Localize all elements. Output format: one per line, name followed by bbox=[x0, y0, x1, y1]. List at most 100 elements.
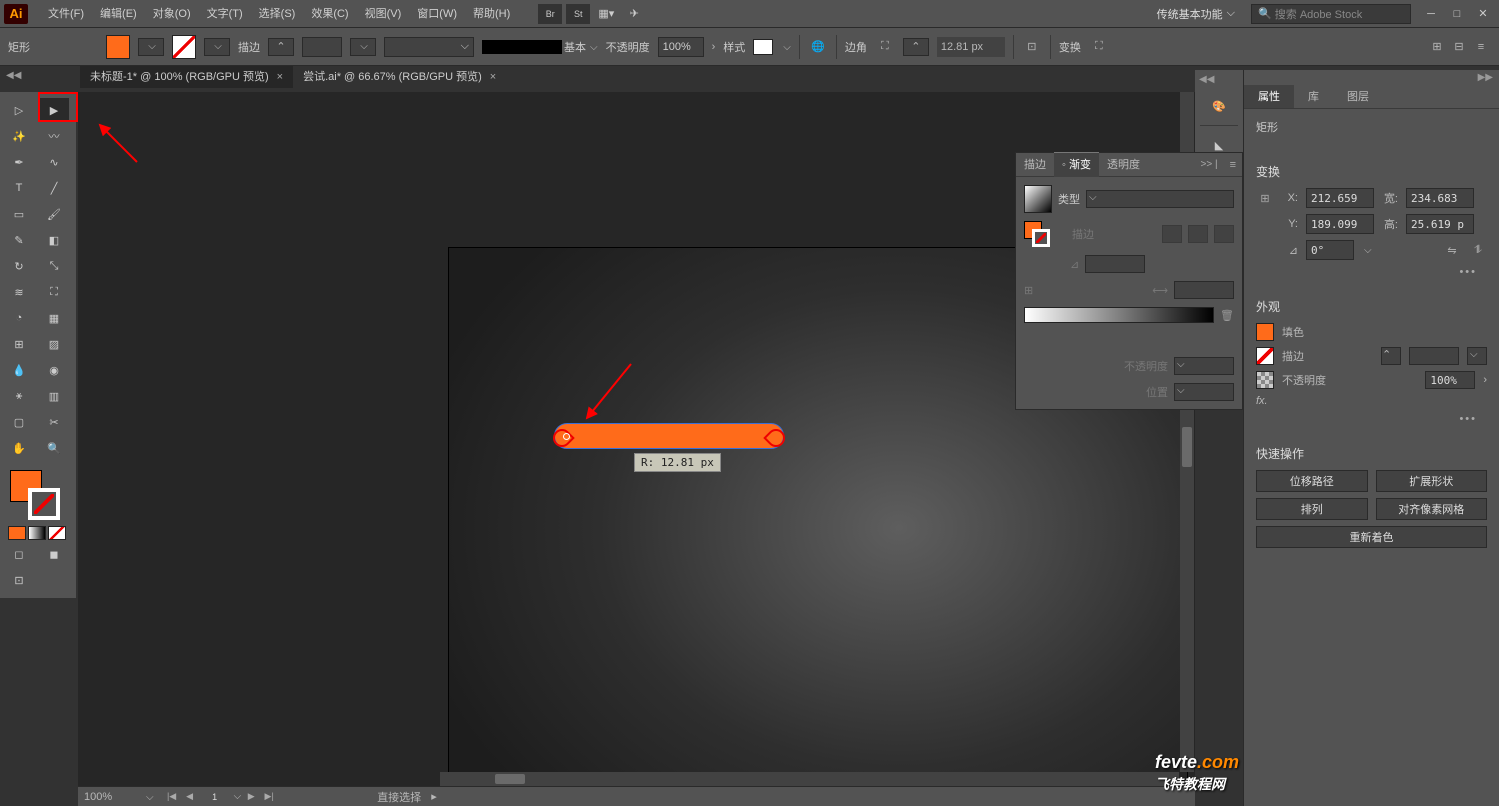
line-tool[interactable]: ╱ bbox=[39, 176, 69, 200]
gp-position-dd[interactable] bbox=[1174, 383, 1234, 401]
more-options-icon[interactable]: ••• bbox=[1256, 266, 1487, 278]
opacity-caret[interactable]: › bbox=[712, 41, 716, 53]
delete-stop-icon[interactable]: 🗑 bbox=[1220, 309, 1234, 322]
gp-opacity-dd[interactable] bbox=[1174, 357, 1234, 375]
artboard-num[interactable]: 1 bbox=[200, 790, 230, 804]
eraser-tool[interactable]: ◧ bbox=[39, 228, 69, 252]
workspace-switcher[interactable]: 传统基本功能⌵ bbox=[1149, 4, 1243, 24]
stock-icon[interactable]: St bbox=[566, 4, 590, 24]
zoom-level[interactable]: 100% bbox=[84, 791, 134, 803]
fill-stroke-tool[interactable] bbox=[8, 468, 68, 518]
stroke-profile-dd[interactable]: ⌵ bbox=[384, 37, 474, 57]
fill-swatch[interactable] bbox=[106, 35, 130, 59]
opacity-caret-ap[interactable]: › bbox=[1483, 374, 1487, 386]
shape-builder-tool[interactable]: ◔ bbox=[4, 306, 34, 330]
maximize-button[interactable]: □ bbox=[1445, 6, 1469, 22]
corner-down[interactable]: ⌃ bbox=[903, 38, 929, 56]
x-input[interactable]: 212.659 bbox=[1306, 188, 1374, 208]
opacity-swatch-ap[interactable] bbox=[1256, 371, 1274, 389]
offset-path-button[interactable]: 位移路径 bbox=[1256, 470, 1368, 492]
expand-shape-button[interactable]: 扩展形状 bbox=[1376, 470, 1488, 492]
free-transform-tool[interactable]: ⛶ bbox=[39, 280, 69, 304]
color-mode[interactable] bbox=[8, 526, 26, 540]
tab-layers[interactable]: 图层 bbox=[1333, 85, 1383, 108]
corner-link-icon[interactable]: ⛶ bbox=[875, 37, 895, 57]
align-pixel-icon[interactable]: ⊡ bbox=[1022, 37, 1042, 57]
gradient-fillstroke[interactable] bbox=[1024, 221, 1050, 247]
width-tool[interactable]: ≋ bbox=[4, 280, 34, 304]
paintbrush-tool[interactable]: 🖌 bbox=[39, 202, 69, 226]
gradient-tool[interactable]: ▨ bbox=[39, 332, 69, 356]
close-tab-icon[interactable]: × bbox=[277, 66, 283, 88]
more-options-icon-2[interactable]: ••• bbox=[1256, 413, 1487, 425]
next-artboard[interactable]: ▶ bbox=[243, 790, 259, 804]
gp-ratio-dd[interactable] bbox=[1174, 281, 1234, 299]
none-mode[interactable] bbox=[48, 526, 66, 540]
eyedropper-tool[interactable]: 💧 bbox=[4, 358, 34, 382]
zoom-tool[interactable]: 🔍 bbox=[39, 436, 69, 460]
minimize-button[interactable]: ─ bbox=[1419, 6, 1443, 22]
slice-tool[interactable]: ✂ bbox=[39, 410, 69, 434]
dock-expand-icon[interactable]: ◀◀ bbox=[1195, 74, 1214, 85]
close-tab-icon[interactable]: × bbox=[490, 66, 496, 88]
stroke-dropdown[interactable] bbox=[204, 38, 230, 56]
column-graph-tool[interactable]: ▥ bbox=[39, 384, 69, 408]
selection-tool[interactable]: ▷ bbox=[4, 98, 34, 122]
gpu-icon[interactable]: ✈ bbox=[622, 4, 646, 24]
brush-dd[interactable] bbox=[588, 41, 598, 53]
menu-help[interactable]: 帮助(H) bbox=[465, 0, 518, 28]
arrange-icon[interactable]: ▦▾ bbox=[594, 4, 618, 24]
menu-effect[interactable]: 效果(C) bbox=[303, 0, 356, 28]
type-tool[interactable]: T bbox=[4, 176, 34, 200]
tools-expand-icon[interactable]: ◀◀ bbox=[6, 70, 21, 81]
flip-h-icon[interactable]: ⇋ bbox=[1443, 241, 1461, 259]
y-input[interactable]: 189.099 bbox=[1306, 214, 1374, 234]
transparency-tab[interactable]: 透明度 bbox=[1099, 153, 1148, 177]
first-artboard[interactable]: |◀ bbox=[164, 790, 180, 804]
angle-dd[interactable] bbox=[1362, 244, 1372, 256]
draw-normal[interactable]: ◻ bbox=[4, 542, 34, 566]
curvature-tool[interactable]: ∿ bbox=[39, 150, 69, 174]
recolor-icon[interactable]: 🌐 bbox=[808, 37, 828, 57]
scrollbar-thumb[interactable] bbox=[1182, 427, 1192, 467]
stroke-weight-step[interactable]: ⌃ bbox=[1381, 347, 1401, 365]
pen-tool[interactable]: ✒ bbox=[4, 150, 34, 174]
rectangle-tool[interactable]: ▭ bbox=[4, 202, 34, 226]
cb-icon-2[interactable]: ⊟ bbox=[1449, 37, 1469, 57]
stroke-color-tool[interactable] bbox=[28, 488, 60, 520]
w-input[interactable]: 234.683 bbox=[1406, 188, 1474, 208]
props-expand-icon[interactable]: ▶▶ bbox=[1244, 70, 1499, 85]
lasso-tool[interactable]: 〰 bbox=[39, 124, 69, 148]
rotate-tool[interactable]: ↻ bbox=[4, 254, 34, 278]
gp-stroke-icon1[interactable] bbox=[1162, 225, 1182, 243]
menu-window[interactable]: 窗口(W) bbox=[409, 0, 465, 28]
recolor-button[interactable]: 重新着色 bbox=[1256, 526, 1487, 548]
doc-tab-1[interactable]: 未标题-1* @ 100% (RGB/GPU 预览)× bbox=[80, 66, 293, 88]
prev-artboard[interactable]: ◀ bbox=[182, 790, 198, 804]
arrange-button[interactable]: 排列 bbox=[1256, 498, 1368, 520]
last-artboard[interactable]: ▶| bbox=[261, 790, 277, 804]
flyout-menu-icon[interactable]: ≡ bbox=[1224, 159, 1242, 171]
close-button[interactable]: ✕ bbox=[1471, 6, 1495, 22]
stroke-weight-input[interactable] bbox=[302, 37, 342, 57]
draw-behind[interactable]: ◼ bbox=[39, 542, 69, 566]
tab-properties[interactable]: 属性 bbox=[1244, 85, 1294, 108]
reference-point[interactable]: ⊞ bbox=[1256, 189, 1274, 207]
artboard-tool[interactable]: ▢ bbox=[4, 410, 34, 434]
menu-edit[interactable]: 编辑(E) bbox=[92, 0, 145, 28]
opacity-input[interactable]: 100% bbox=[658, 37, 704, 57]
fx-label[interactable]: fx. bbox=[1256, 395, 1268, 407]
menu-file[interactable]: 文件(F) bbox=[40, 0, 92, 28]
direct-selection-tool[interactable]: ▶ bbox=[39, 98, 69, 122]
search-stock[interactable]: 🔍 搜索 Adobe Stock bbox=[1251, 4, 1411, 24]
stroke-weight-ap[interactable] bbox=[1409, 347, 1459, 365]
menu-select[interactable]: 选择(S) bbox=[251, 0, 304, 28]
flip-v-icon[interactable]: ⥮ bbox=[1469, 241, 1487, 259]
gp-angle-dd[interactable] bbox=[1085, 255, 1145, 273]
stroke-weight-dd[interactable] bbox=[350, 38, 376, 56]
blend-tool[interactable]: ◉ bbox=[39, 358, 69, 382]
stroke-swatch[interactable] bbox=[172, 35, 196, 59]
align-pixel-button[interactable]: 对齐像素网格 bbox=[1376, 498, 1488, 520]
stroke-weight-down[interactable]: ⌃ bbox=[268, 38, 294, 56]
menu-view[interactable]: 视图(V) bbox=[357, 0, 410, 28]
